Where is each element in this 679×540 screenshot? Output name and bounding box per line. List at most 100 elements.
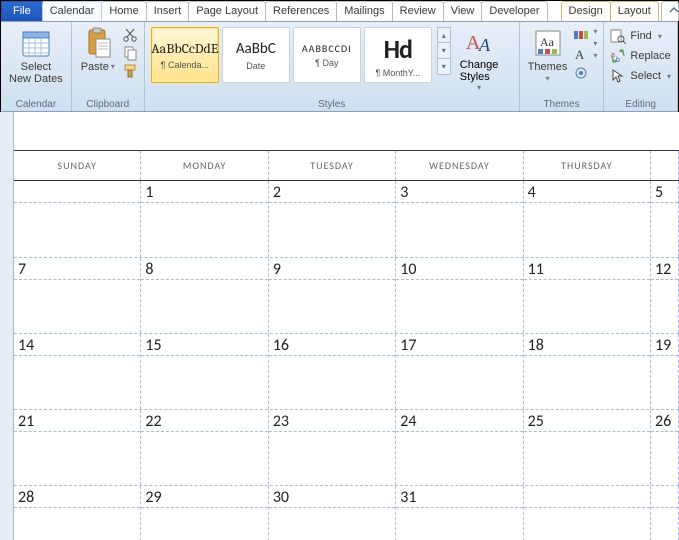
day-number: 24 <box>396 410 522 432</box>
calendar-day-cell[interactable]: 2 <box>269 181 396 257</box>
chevron-down-icon[interactable]: ▾ <box>593 27 597 36</box>
calendar-day-cell[interactable] <box>14 181 141 257</box>
cut-button[interactable] <box>122 27 138 43</box>
svg-text:A: A <box>575 47 585 62</box>
calendar-day-cell[interactable]: 25 <box>524 410 651 485</box>
day-number: 1 <box>141 181 267 203</box>
calendar-day-cell[interactable]: 7 <box>14 258 141 333</box>
format-painter-button[interactable] <box>122 63 138 79</box>
calendar-day-cell[interactable]: 26 <box>651 410 679 485</box>
chevron-down-icon: ▾ <box>658 32 662 41</box>
gallery-down-button[interactable]: ▾ <box>437 43 451 59</box>
paste-button[interactable]: Paste ▾ <box>76 25 120 75</box>
calendar-day-cell[interactable]: 14 <box>14 334 141 409</box>
svg-text:a: a <box>611 52 615 59</box>
tab-references[interactable]: References <box>265 1 337 21</box>
tab-review[interactable]: Review <box>392 1 444 21</box>
calendar-day-cell[interactable]: 23 <box>269 410 396 485</box>
style-name: ¶ MonthY... <box>375 68 420 78</box>
calendar-day-cell[interactable]: 8 <box>141 258 268 333</box>
header-partial <box>651 151 679 180</box>
copy-button[interactable] <box>122 45 138 61</box>
calendar-day-cell[interactable]: 18 <box>524 334 651 409</box>
ribbon-group-editing: Find ▾ ab Replace Select ▾ Editing <box>604 22 678 111</box>
day-number: 3 <box>396 181 522 203</box>
find-icon <box>610 28 626 44</box>
tab-mailings[interactable]: Mailings <box>336 1 392 21</box>
tab-home[interactable]: Home <box>101 1 146 21</box>
calendar-day-cell[interactable]: 22 <box>141 410 268 485</box>
gallery-scroll: ▴ ▾ ▾ <box>437 27 451 75</box>
day-number <box>524 486 650 508</box>
minimize-ribbon-button[interactable] <box>661 1 679 21</box>
find-label: Find <box>630 30 651 42</box>
calendar-day-cell[interactable]: 9 <box>269 258 396 333</box>
ribbon-group-label: Calendar <box>5 97 67 111</box>
calendar-day-cell[interactable]: 30 <box>269 486 396 540</box>
style-day[interactable]: AABBCCDI ¶ Day <box>293 27 361 83</box>
tab-layout[interactable]: Layout <box>610 1 659 21</box>
select-label: Select <box>630 70 661 82</box>
replace-label: Replace <box>630 50 670 62</box>
chevron-up-icon <box>669 5 679 15</box>
calendar-day-cell[interactable]: 28 <box>14 486 141 540</box>
tab-page-layout[interactable]: Page Layout <box>188 1 266 21</box>
tab-bar: File Calendar Home Insert Page Layout Re… <box>1 1 678 22</box>
color-swatches-icon <box>573 27 589 43</box>
calendar-day-cell[interactable]: 5 <box>651 181 679 257</box>
calendar-week-row: 789101112 <box>14 258 679 334</box>
style-date[interactable]: AaBbC Date <box>222 27 290 83</box>
replace-button[interactable]: ab Replace <box>608 47 673 65</box>
select-button[interactable]: Select ▾ <box>608 67 673 85</box>
tab-insert[interactable]: Insert <box>146 1 190 21</box>
style-name: Date <box>246 61 265 71</box>
calendar-day-cell[interactable]: 15 <box>141 334 268 409</box>
svg-text:Aa: Aa <box>540 35 555 49</box>
calendar-week-row: 141516171819 <box>14 334 679 410</box>
style-calendar[interactable]: AaBbCcDdE ¶ Calenda... <box>151 27 219 83</box>
chevron-down-icon[interactable]: ▾ <box>593 39 597 48</box>
find-button[interactable]: Find ▾ <box>608 27 673 45</box>
chevron-down-icon: ▾ <box>111 61 115 73</box>
tab-design[interactable]: Design <box>561 1 611 21</box>
theme-colors-button[interactable] <box>573 27 589 43</box>
calendar-day-cell[interactable] <box>651 486 679 540</box>
calendar-day-cell[interactable]: 21 <box>14 410 141 485</box>
chevron-down-icon: ▾ <box>477 83 481 92</box>
calendar-day-cell[interactable]: 29 <box>141 486 268 540</box>
calendar-day-cell[interactable]: 1 <box>141 181 268 257</box>
style-sample: AaBbCcDdE <box>151 40 218 57</box>
select-new-dates-button[interactable]: Select New Dates <box>5 25 67 87</box>
calendar-day-cell[interactable]: 11 <box>524 258 651 333</box>
calendar-day-cell[interactable]: 3 <box>396 181 523 257</box>
gallery-up-button[interactable]: ▴ <box>437 27 451 43</box>
change-styles-button[interactable]: A A Change Styles ▾ <box>456 25 503 94</box>
calendar-header-row: SUNDAY MONDAY TUESDAY WEDNESDAY THURSDAY <box>14 150 679 181</box>
calendar-day-cell[interactable]: 24 <box>396 410 523 485</box>
style-sample: AaBbC <box>236 40 276 58</box>
calendar-day-cell[interactable]: 16 <box>269 334 396 409</box>
day-number: 16 <box>269 334 395 356</box>
tab-developer[interactable]: Developer <box>481 1 547 21</box>
calendar-day-cell[interactable]: 12 <box>651 258 679 333</box>
theme-effects-button[interactable] <box>573 65 589 81</box>
ribbon-group-label: Editing <box>608 97 673 111</box>
calendar-day-cell[interactable]: 4 <box>524 181 651 257</box>
chevron-down-icon[interactable]: ▾ <box>593 51 597 60</box>
calendar-day-cell[interactable]: 10 <box>396 258 523 333</box>
calendar-day-cell[interactable]: 19 <box>651 334 679 409</box>
paint-brush-icon <box>122 63 138 79</box>
calendar-day-cell[interactable]: 31 <box>396 486 523 540</box>
theme-fonts-button[interactable]: A <box>573 46 589 62</box>
gallery-more-button[interactable]: ▾ <box>437 59 451 75</box>
style-monthyear[interactable]: Hd ¶ MonthY... <box>364 27 432 83</box>
calendar-day-cell[interactable]: 17 <box>396 334 523 409</box>
calendar-day-cell[interactable] <box>524 486 651 540</box>
tab-view[interactable]: View <box>443 1 483 21</box>
day-number <box>14 181 140 203</box>
ribbon: Select New Dates Calendar Paste ▾ <box>1 22 678 112</box>
tab-file[interactable]: File <box>1 1 43 21</box>
tab-calendar[interactable]: Calendar <box>42 1 103 21</box>
themes-button[interactable]: Aa Themes ▾ <box>524 25 572 87</box>
select-new-dates-label: Select New Dates <box>9 61 63 85</box>
